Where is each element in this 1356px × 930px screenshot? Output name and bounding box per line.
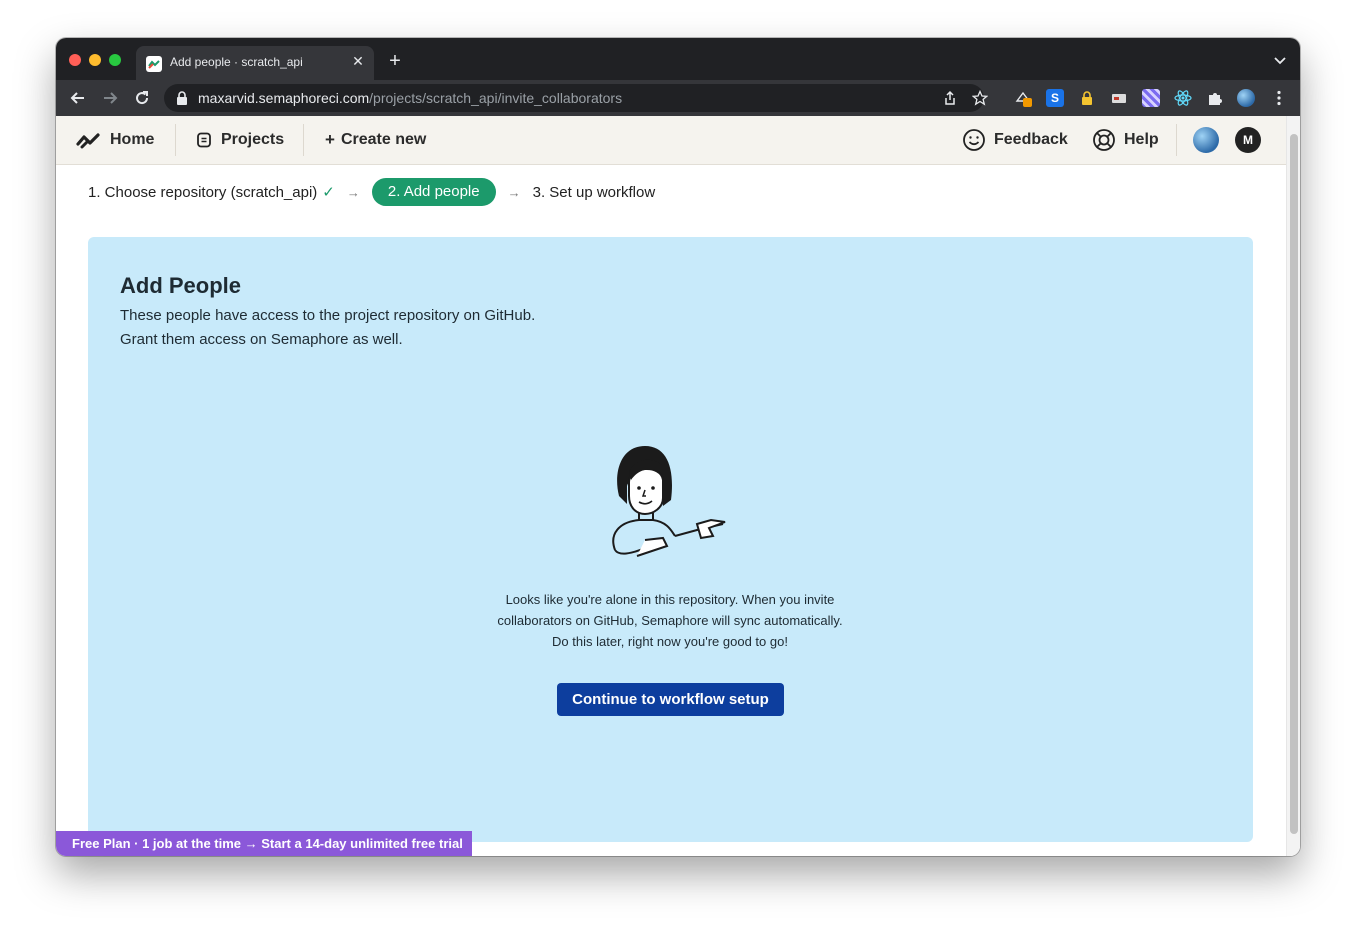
message-line: Do this later, right now you're good to … (552, 634, 788, 649)
nav-help-label: Help (1124, 131, 1159, 148)
empty-state-message: Looks like you're alone in this reposito… (470, 589, 870, 652)
share-icon[interactable] (942, 90, 958, 106)
striped-extension-icon[interactable] (1142, 89, 1160, 107)
message-line: collaborators on GitHub, Semaphore will … (497, 613, 843, 628)
step-choose-repository[interactable]: 1. Choose repository (scratch_api) (88, 184, 317, 201)
nav-home[interactable]: Home (76, 116, 154, 164)
projects-icon (196, 132, 212, 148)
semaphore-app: Home Projects + Create new Feedback Help… (56, 116, 1300, 856)
nav-create-new-label: Create new (340, 131, 427, 148)
tab-strip: Add people · scratch_api ✕ + (56, 38, 1300, 80)
nav-projects[interactable]: Projects (196, 116, 284, 164)
browser-toolbar: maxarvid.semaphoreci.com/projects/scratc… (56, 80, 1300, 116)
browser-window: Add people · scratch_api ✕ + maxarvid.se… (56, 38, 1300, 856)
lifebuoy-icon (1092, 128, 1116, 152)
step-arrow-icon: → (507, 184, 521, 200)
semaphore-logo-icon (76, 131, 102, 149)
maximize-window-button[interactable] (109, 54, 121, 66)
close-tab-icon[interactable]: ✕ (350, 53, 366, 69)
url-text[interactable]: maxarvid.semaphoreci.com/projects/scratc… (198, 90, 622, 106)
card-extension-icon[interactable] (1110, 89, 1128, 107)
description-line: Grant them access on Semaphore as well. (120, 331, 403, 348)
scrollbar-thumb[interactable] (1290, 134, 1298, 834)
top-nav: Home Projects + Create new Feedback Help… (56, 116, 1286, 165)
step-arrow-icon: → (346, 184, 360, 200)
page-title: Add People (120, 273, 242, 298)
reload-icon[interactable] (132, 88, 152, 108)
minimize-window-button[interactable] (89, 54, 101, 66)
continue-to-workflow-setup-button[interactable]: Continue to workflow setup (557, 683, 784, 716)
bookmark-star-icon[interactable] (971, 89, 989, 106)
smiley-icon (962, 128, 986, 152)
step-set-up-workflow: 3. Set up workflow (532, 183, 656, 201)
nav-help[interactable]: Help (1092, 116, 1159, 164)
message-line: Looks like you're alone in this reposito… (505, 592, 835, 607)
new-tab-button[interactable]: + (384, 50, 406, 72)
nav-projects-label: Projects (221, 131, 285, 148)
nav-feedback[interactable]: Feedback (962, 116, 1068, 164)
close-window-button[interactable] (69, 54, 81, 66)
password-lock-extension-icon[interactable] (1078, 89, 1096, 107)
checkmark-icon: ✓ (322, 184, 335, 201)
panel-description: These people have access to the project … (120, 304, 535, 352)
description-line: These people have access to the project … (120, 307, 536, 324)
nav-create-new[interactable]: + Create new (325, 116, 426, 164)
semaphore-favicon-icon (146, 56, 162, 72)
add-people-panel: Add People These people have access to t… (88, 237, 1253, 842)
forward-arrow-icon[interactable] (100, 88, 120, 108)
step-add-people: 2. Add people (371, 178, 496, 206)
browser-tab-active[interactable]: Add people · scratch_api ✕ (136, 46, 374, 80)
pointing-person-illustration (605, 444, 735, 566)
lock-icon[interactable] (176, 91, 188, 105)
nav-divider (1176, 124, 1177, 156)
page-scrollbar[interactable] (1286, 116, 1300, 856)
s-extension-icon[interactable]: S (1046, 89, 1064, 107)
browser-menu-icon[interactable] (1270, 89, 1288, 107)
profile-avatar-icon[interactable] (1237, 89, 1255, 107)
tab-title: Add people · scratch_api (170, 55, 303, 69)
address-bar[interactable]: maxarvid.semaphoreci.com/projects/scratc… (164, 84, 989, 112)
free-plan-banner[interactable]: Free Plan · 1 job at the time → Start a … (56, 831, 472, 856)
plus-icon: + (325, 130, 335, 149)
nav-home-label: Home (110, 131, 155, 148)
organization-avatar[interactable] (1193, 127, 1219, 153)
back-arrow-icon[interactable] (68, 88, 88, 108)
tab-search-chevron-icon[interactable] (1272, 52, 1288, 68)
user-avatar[interactable]: M (1235, 127, 1261, 153)
nav-feedback-label: Feedback (994, 131, 1068, 148)
puzzle-extensions-icon[interactable] (1206, 89, 1224, 107)
setup-stepper: 1. Choose repository (scratch_api) ✓ → 2… (88, 178, 655, 206)
extension-badge-icon[interactable] (1014, 89, 1032, 107)
nav-divider (175, 124, 176, 156)
nav-divider (303, 124, 304, 156)
react-devtools-icon[interactable] (1174, 89, 1192, 107)
